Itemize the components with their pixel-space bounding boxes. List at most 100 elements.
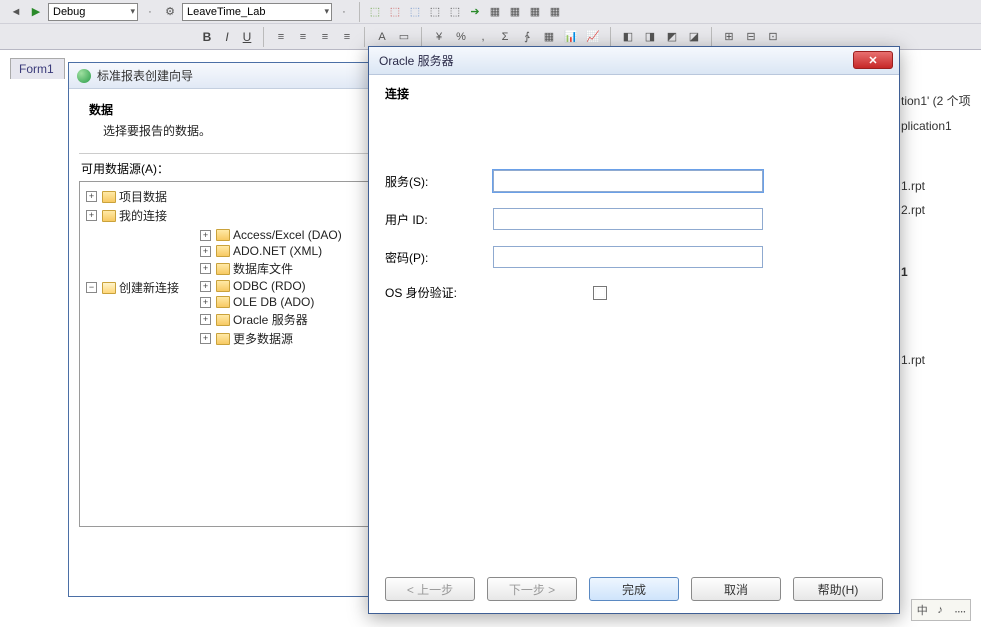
ime-more-icon: ᠁ [952,601,965,620]
folder-icon [216,296,230,308]
italic-button[interactable]: I [220,30,234,44]
file-item[interactable]: 1 [901,265,981,279]
tool-icon[interactable]: ⬚ [367,4,383,20]
align-justify-icon[interactable]: ≡ [339,29,355,45]
tool-icon[interactable]: ◪ [686,29,702,45]
tree-node[interactable]: + ADO.NET (XML) [200,244,342,258]
folder-open-icon [102,282,116,294]
folder-icon [102,191,116,203]
ime-sound-icon: ♪ [937,604,943,616]
chart-line-icon[interactable]: 📈 [585,29,601,45]
toolbar-divider [421,27,422,47]
toolbar-row-1: ◄ ▶ Debug · ⚙ LeaveTime_Lab · ⬚ ⬚ ⬚ ⬚ ⬚ … [0,0,981,24]
tool-icon[interactable]: ⬚ [407,4,423,20]
password-input[interactable] [493,246,763,268]
tool-icon[interactable]: ⬚ [387,4,403,20]
separator-icon: · [142,4,158,20]
expand-icon[interactable]: + [200,230,211,241]
bold-button[interactable]: B [200,30,214,44]
tree-node[interactable]: + OLE DB (ADO) [200,295,342,309]
chart-bar-icon[interactable]: 📊 [563,29,579,45]
arrow-right-icon[interactable]: ➔ [467,4,483,20]
osauth-checkbox[interactable] [593,286,607,300]
font-color-icon[interactable]: A [374,29,390,45]
collapse-icon[interactable]: − [86,282,97,293]
help-button[interactable]: 帮助(H) [793,577,883,601]
expand-icon[interactable]: + [200,297,211,308]
ime-lang: 中 [917,602,928,618]
tree-node[interactable]: + 更多数据源 [200,330,342,347]
tool-icon[interactable]: ⊞ [721,29,737,45]
tree-node[interactable]: +数据库文件 [200,260,342,277]
folder-icon [216,333,230,345]
startup-project-combo[interactable]: LeaveTime_Lab [182,3,332,21]
tool-icon[interactable]: ◩ [664,29,680,45]
tree-label: OLE DB (ADO) [233,295,314,309]
tree-node[interactable]: + Oracle 服务器 [200,311,342,328]
align-center-icon[interactable]: ≡ [295,29,311,45]
tool-icon[interactable]: ▦ [527,4,543,20]
build-config-combo[interactable]: Debug [48,3,138,21]
service-input[interactable] [493,170,763,192]
expand-icon[interactable]: + [86,210,97,221]
file-item[interactable]: 2.rpt [901,203,981,217]
userid-input[interactable] [493,208,763,230]
tree-node[interactable]: +Access/Excel (DAO) [200,228,342,242]
grid-icon[interactable]: ▦ [541,29,557,45]
percent-icon[interactable]: % [453,29,469,45]
currency-icon[interactable]: ¥ [431,29,447,45]
next-button[interactable]: 下一步 > [487,577,577,601]
tree-label: Oracle 服务器 [233,311,308,328]
align-right-icon[interactable]: ≡ [317,29,333,45]
oracle-server-dialog: Oracle 服务器 ✕ 连接 服务(S): 用户 ID: 密码(P): OS … [368,46,900,614]
file-item[interactable]: 1.rpt [901,353,981,367]
settings-icon[interactable]: ⚙ [162,4,178,20]
tool-icon[interactable]: ⬚ [447,4,463,20]
tree-label: ADO.NET (XML) [233,244,322,258]
border-icon[interactable]: ▭ [396,29,412,45]
tool-icon[interactable]: ◧ [620,29,636,45]
tree-label: 更多数据源 [233,330,293,347]
folder-icon [102,210,116,222]
run-icon[interactable]: ▶ [28,4,44,20]
expand-icon[interactable]: + [200,281,211,292]
finish-button[interactable]: 完成 [589,577,679,601]
tree-node[interactable]: +ODBC (RDO) [200,279,342,293]
tool-icon[interactable]: ⊡ [765,29,781,45]
folder-icon [216,245,230,257]
prev-button[interactable]: < 上一步 [385,577,475,601]
tree-label: 我的连接 [119,207,167,224]
cancel-button[interactable]: 取消 [691,577,781,601]
folder-icon [216,314,230,326]
tree-label: 创建新连接 [119,279,179,296]
history-back-icon[interactable]: ◄ [8,4,24,20]
wizard-title-text: 标准报表创建向导 [97,67,193,84]
tool-icon[interactable]: ⊟ [743,29,759,45]
comma-icon[interactable]: , [475,29,491,45]
expand-icon[interactable]: + [200,263,211,274]
file-item[interactable]: 1.rpt [901,179,981,193]
close-button[interactable]: ✕ [853,51,893,69]
ime-indicator[interactable]: 中 ♪ ᠁ [911,599,971,621]
toolbar-divider [364,27,365,47]
tool-icon[interactable]: ◨ [642,29,658,45]
function-icon[interactable]: ∱ [519,29,535,45]
document-tab[interactable]: Form1 [10,58,65,79]
expand-icon[interactable]: + [200,333,211,344]
oracle-titlebar[interactable]: Oracle 服务器 ✕ [369,47,899,75]
expand-icon[interactable]: + [200,246,211,257]
expand-icon[interactable]: + [86,191,97,202]
underline-button[interactable]: U [240,30,254,44]
tool-icon[interactable]: ⬚ [427,4,443,20]
align-left-icon[interactable]: ≡ [273,29,289,45]
solution-text: tion1' (2 个项 [901,92,981,109]
tree-label: 项目数据 [119,188,167,205]
tool-icon[interactable]: ▦ [507,4,523,20]
toolbar-divider [263,27,264,47]
expand-icon[interactable]: + [200,314,211,325]
service-label: 服务(S): [385,173,485,190]
tool-icon[interactable]: ▦ [547,4,563,20]
sigma-icon[interactable]: Σ [497,29,513,45]
toolbar-divider [610,27,611,47]
tool-icon[interactable]: ▦ [487,4,503,20]
